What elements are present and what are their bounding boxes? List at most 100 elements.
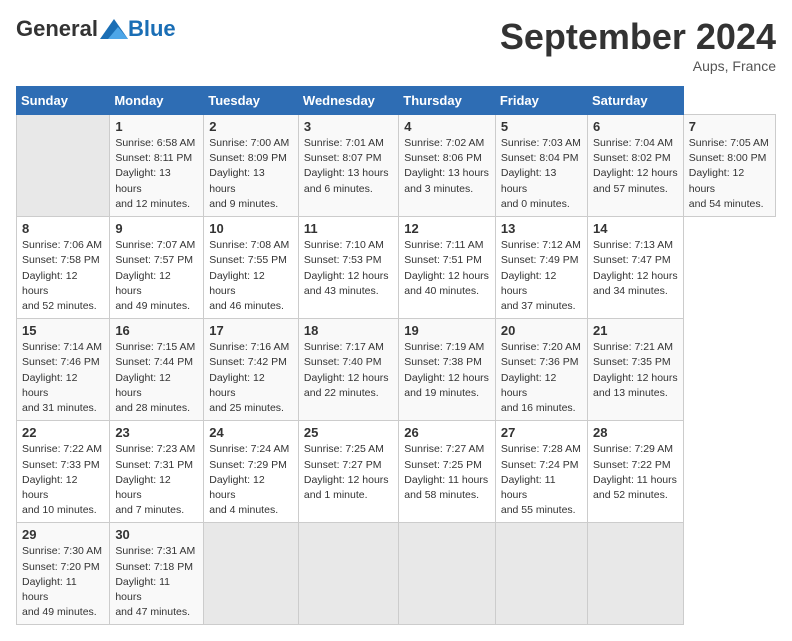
calendar-cell: 25 Sunrise: 7:25 AM Sunset: 7:27 PM Dayli…	[298, 421, 398, 523]
day-number: 25	[304, 425, 393, 440]
calendar-cell: 7 Sunrise: 7:05 AM Sunset: 8:00 PM Daylig…	[683, 115, 775, 217]
day-number: 8	[22, 221, 104, 236]
day-number: 12	[404, 221, 490, 236]
calendar-cell	[298, 523, 398, 625]
day-number: 24	[209, 425, 293, 440]
day-detail: Sunrise: 7:22 AM Sunset: 7:33 PM Dayligh…	[22, 442, 104, 518]
weekday-header: Thursday	[399, 87, 496, 115]
day-number: 20	[501, 323, 582, 338]
day-number: 14	[593, 221, 678, 236]
day-number: 2	[209, 119, 293, 134]
calendar-cell: 5Sunrise: 7:03 AM Sunset: 8:04 PM Daylig…	[495, 115, 587, 217]
day-number: 7	[689, 119, 770, 134]
calendar-cell	[204, 523, 299, 625]
day-number: 27	[501, 425, 582, 440]
calendar-cell: 14 Sunrise: 7:13 AM Sunset: 7:47 PM Dayli…	[588, 217, 684, 319]
day-detail: Sunrise: 7:06 AM Sunset: 7:58 PM Dayligh…	[22, 238, 104, 314]
day-number: 21	[593, 323, 678, 338]
day-detail: Sunrise: 7:19 AM Sunset: 7:38 PM Dayligh…	[404, 340, 490, 401]
calendar-cell: 15 Sunrise: 7:14 AM Sunset: 7:46 PM Dayli…	[17, 319, 110, 421]
day-detail: Sunrise: 7:16 AM Sunset: 7:42 PM Dayligh…	[209, 340, 293, 416]
day-number: 23	[115, 425, 198, 440]
calendar-cell	[588, 523, 684, 625]
day-number: 13	[501, 221, 582, 236]
day-number: 18	[304, 323, 393, 338]
day-detail: Sunrise: 7:04 AM Sunset: 8:02 PM Dayligh…	[593, 136, 678, 197]
logo-icon	[100, 19, 128, 39]
day-detail: Sunrise: 7:29 AM Sunset: 7:22 PM Dayligh…	[593, 442, 678, 503]
logo-blue-text: Blue	[128, 16, 176, 42]
day-detail: Sunrise: 7:31 AM Sunset: 7:18 PM Dayligh…	[115, 544, 198, 620]
calendar-cell: 22 Sunrise: 7:22 AM Sunset: 7:33 PM Dayli…	[17, 421, 110, 523]
day-detail: Sunrise: 7:12 AM Sunset: 7:49 PM Dayligh…	[501, 238, 582, 314]
month-title: September 2024	[500, 16, 776, 58]
day-number: 17	[209, 323, 293, 338]
calendar-cell: 26Sunrise: 7:27 AM Sunset: 7:25 PM Dayli…	[399, 421, 496, 523]
day-detail: Sunrise: 7:02 AM Sunset: 8:06 PM Dayligh…	[404, 136, 490, 197]
day-detail: Sunrise: 7:30 AM Sunset: 7:20 PM Dayligh…	[22, 544, 104, 620]
day-number: 28	[593, 425, 678, 440]
calendar-cell: 20Sunrise: 7:20 AM Sunset: 7:36 PM Dayli…	[495, 319, 587, 421]
calendar-cell: 6 Sunrise: 7:04 AM Sunset: 8:02 PM Daylig…	[588, 115, 684, 217]
calendar-cell: 8 Sunrise: 7:06 AM Sunset: 7:58 PM Daylig…	[17, 217, 110, 319]
day-detail: Sunrise: 7:11 AM Sunset: 7:51 PM Dayligh…	[404, 238, 490, 299]
calendar-cell: 21Sunrise: 7:21 AM Sunset: 7:35 PM Dayli…	[588, 319, 684, 421]
calendar-cell: 23Sunrise: 7:23 AM Sunset: 7:31 PM Dayli…	[110, 421, 204, 523]
day-detail: Sunrise: 7:27 AM Sunset: 7:25 PM Dayligh…	[404, 442, 490, 503]
day-number: 3	[304, 119, 393, 134]
day-detail: Sunrise: 7:14 AM Sunset: 7:46 PM Dayligh…	[22, 340, 104, 416]
day-number: 6	[593, 119, 678, 134]
day-detail: Sunrise: 7:17 AM Sunset: 7:40 PM Dayligh…	[304, 340, 393, 401]
day-number: 29	[22, 527, 104, 542]
calendar-row: 1Sunrise: 6:58 AM Sunset: 8:11 PM Daylig…	[17, 115, 776, 217]
title-area: September 2024 Aups, France	[500, 16, 776, 74]
calendar-cell: 24 Sunrise: 7:24 AM Sunset: 7:29 PM Dayli…	[204, 421, 299, 523]
calendar-cell: 19 Sunrise: 7:19 AM Sunset: 7:38 PM Dayli…	[399, 319, 496, 421]
calendar-cell: 2 Sunrise: 7:00 AM Sunset: 8:09 PM Daylig…	[204, 115, 299, 217]
logo-general-text: General	[16, 16, 98, 42]
calendar-cell: 16 Sunrise: 7:15 AM Sunset: 7:44 PM Dayli…	[110, 319, 204, 421]
calendar-cell	[399, 523, 496, 625]
weekday-header: Wednesday	[298, 87, 398, 115]
day-detail: Sunrise: 7:10 AM Sunset: 7:53 PM Dayligh…	[304, 238, 393, 299]
day-number: 16	[115, 323, 198, 338]
day-detail: Sunrise: 7:00 AM Sunset: 8:09 PM Dayligh…	[209, 136, 293, 212]
calendar-cell: 29 Sunrise: 7:30 AM Sunset: 7:20 PM Dayli…	[17, 523, 110, 625]
weekday-header: Friday	[495, 87, 587, 115]
day-number: 30	[115, 527, 198, 542]
calendar-row: 15 Sunrise: 7:14 AM Sunset: 7:46 PM Dayli…	[17, 319, 776, 421]
calendar-cell: 9 Sunrise: 7:07 AM Sunset: 7:57 PM Daylig…	[110, 217, 204, 319]
calendar-row: 22 Sunrise: 7:22 AM Sunset: 7:33 PM Dayli…	[17, 421, 776, 523]
day-detail: Sunrise: 7:13 AM Sunset: 7:47 PM Dayligh…	[593, 238, 678, 299]
weekday-header: Monday	[110, 87, 204, 115]
day-number: 22	[22, 425, 104, 440]
day-number: 15	[22, 323, 104, 338]
day-detail: Sunrise: 7:08 AM Sunset: 7:55 PM Dayligh…	[209, 238, 293, 314]
day-number: 10	[209, 221, 293, 236]
weekday-header: Sunday	[17, 87, 110, 115]
calendar-row: 29 Sunrise: 7:30 AM Sunset: 7:20 PM Dayli…	[17, 523, 776, 625]
location: Aups, France	[500, 58, 776, 74]
day-detail: Sunrise: 7:24 AM Sunset: 7:29 PM Dayligh…	[209, 442, 293, 518]
calendar-cell: 1Sunrise: 6:58 AM Sunset: 8:11 PM Daylig…	[110, 115, 204, 217]
day-detail: Sunrise: 7:07 AM Sunset: 7:57 PM Dayligh…	[115, 238, 198, 314]
day-detail: Sunrise: 7:15 AM Sunset: 7:44 PM Dayligh…	[115, 340, 198, 416]
calendar-cell: 17 Sunrise: 7:16 AM Sunset: 7:42 PM Dayli…	[204, 319, 299, 421]
day-number: 9	[115, 221, 198, 236]
page-header: General Blue September 2024 Aups, France	[16, 16, 776, 74]
day-detail: Sunrise: 7:25 AM Sunset: 7:27 PM Dayligh…	[304, 442, 393, 503]
day-detail: Sunrise: 7:05 AM Sunset: 8:00 PM Dayligh…	[689, 136, 770, 212]
calendar-cell: 13 Sunrise: 7:12 AM Sunset: 7:49 PM Dayli…	[495, 217, 587, 319]
calendar-row: 8 Sunrise: 7:06 AM Sunset: 7:58 PM Daylig…	[17, 217, 776, 319]
calendar-cell: 4Sunrise: 7:02 AM Sunset: 8:06 PM Daylig…	[399, 115, 496, 217]
day-number: 1	[115, 119, 198, 134]
logo: General Blue	[16, 16, 176, 42]
day-detail: Sunrise: 7:28 AM Sunset: 7:24 PM Dayligh…	[501, 442, 582, 518]
day-number: 11	[304, 221, 393, 236]
calendar-table: SundayMondayTuesdayWednesdayThursdayFrid…	[16, 86, 776, 625]
calendar-header-row: SundayMondayTuesdayWednesdayThursdayFrid…	[17, 87, 776, 115]
calendar-cell: 28 Sunrise: 7:29 AM Sunset: 7:22 PM Dayli…	[588, 421, 684, 523]
calendar-cell: 18 Sunrise: 7:17 AM Sunset: 7:40 PM Dayli…	[298, 319, 398, 421]
day-number: 19	[404, 323, 490, 338]
day-detail: Sunrise: 7:01 AM Sunset: 8:07 PM Dayligh…	[304, 136, 393, 197]
